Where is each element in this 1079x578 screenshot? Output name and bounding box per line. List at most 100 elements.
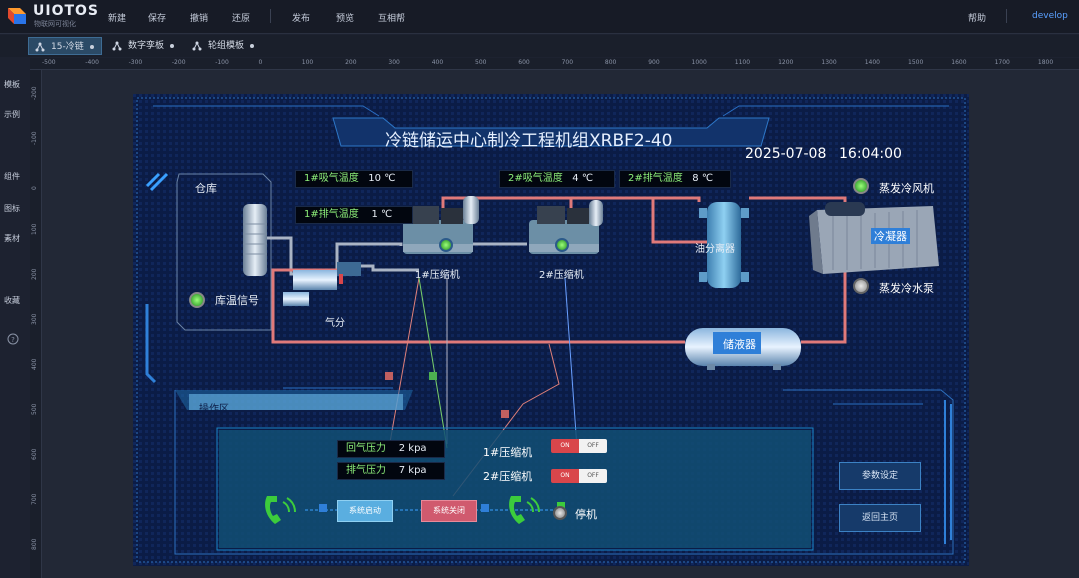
ruler-tick-label: 600 xyxy=(31,448,38,460)
menu-help[interactable]: 帮助 xyxy=(968,11,986,24)
warehouse-label: 仓库 xyxy=(195,182,217,195)
menu-divider xyxy=(270,9,271,23)
sensor-label: 2#吸气温度 xyxy=(508,173,563,184)
menu-save[interactable]: 保存 xyxy=(148,11,166,24)
switch-on[interactable]: ON xyxy=(551,469,579,483)
help-circle-icon[interactable]: ? xyxy=(7,333,19,345)
phone-start-icon xyxy=(265,496,296,524)
switch1-label: 1#压缩机 xyxy=(483,446,533,459)
user-name[interactable]: develop xyxy=(1032,11,1068,21)
tab-label: 15-冷链 xyxy=(51,42,84,52)
menu-redo[interactable]: 还原 xyxy=(232,11,250,24)
ruler-tick-label: 200 xyxy=(345,59,357,66)
switch-on[interactable]: ON xyxy=(551,439,579,453)
menu-publish[interactable]: 发布 xyxy=(292,11,310,24)
pressure-value: 7 xyxy=(398,465,406,476)
evap-fan-led[interactable] xyxy=(853,178,869,194)
param-settings-button[interactable]: 参数设定 xyxy=(839,462,921,490)
temp-signal-led[interactable] xyxy=(189,292,205,308)
ruler-tick-label: 100 xyxy=(301,59,314,66)
menu-new[interactable]: 新建 xyxy=(108,11,126,24)
scada-stage[interactable]: 冷链储运中心制冷工程机组XRBF2-40 2025-07-08 16:04:00… xyxy=(133,94,969,566)
back-home-button[interactable]: 返回主页 xyxy=(839,504,921,532)
control-node xyxy=(319,504,327,512)
switch-off[interactable]: OFF xyxy=(579,469,607,483)
ruler-tick-label: -300 xyxy=(128,59,143,66)
ruler-tick-label: 0 xyxy=(258,59,263,66)
nav-favorite[interactable]: 收藏 xyxy=(4,295,20,306)
diagram-icon xyxy=(192,41,202,51)
valve xyxy=(337,262,361,276)
sensor-label: 1#排气温度 xyxy=(304,209,359,220)
signal-node xyxy=(385,372,393,380)
gas-separator-pump xyxy=(283,292,309,306)
compressor2-label: 2#压缩机 xyxy=(539,270,584,281)
time-display: 16:04:00 xyxy=(839,146,902,162)
ruler-tick-label: 400 xyxy=(31,358,38,370)
compressor1-switch[interactable]: ON OFF xyxy=(551,439,607,453)
vertical-ruler: -200 -100 0 100 200 300 400 500 600 700 800 xyxy=(30,70,42,578)
scada-title: 冷链储运中心制冷工程机组XRBF2-40 xyxy=(385,131,673,151)
ruler-tick-label: 1100 xyxy=(734,59,751,66)
menu-undo[interactable]: 撤销 xyxy=(190,11,208,24)
ruler-tick-label: 1000 xyxy=(691,59,707,66)
sensor-2-discharge: 2#排气温度 8 ℃ xyxy=(619,170,731,188)
pressure-return: 回气压力 2 kpa xyxy=(337,440,445,458)
evap-pump-label: 蒸发冷水泵 xyxy=(879,282,934,295)
date-display: 2025-07-08 xyxy=(745,146,827,162)
compressor1-led[interactable] xyxy=(439,238,453,252)
sensor-unit: ℃ xyxy=(381,209,393,220)
ruler-tick-label: -200 xyxy=(31,86,38,100)
tab-close-dot[interactable] xyxy=(89,44,94,49)
tab-digital-twin[interactable]: 数字孪板 xyxy=(106,37,184,55)
shutdown-label: 停机 xyxy=(575,508,597,521)
sensor-unit: ℃ xyxy=(581,173,594,184)
compressor2-led[interactable] xyxy=(555,238,569,252)
system-stop-button[interactable]: 系统关闭 xyxy=(421,500,477,522)
nav-example[interactable]: 示例 xyxy=(4,109,20,120)
op-area-title: 操作区 xyxy=(199,404,229,415)
diagram-icon xyxy=(112,41,122,51)
pressure-label: 回气压力 xyxy=(346,443,386,454)
tab-close-dot[interactable] xyxy=(250,43,255,48)
gas-separator-label: 气分 xyxy=(325,318,345,329)
ruler-tick-label: 1400 xyxy=(864,59,880,66)
tab-wheel-template[interactable]: 轮组模板 xyxy=(186,37,264,55)
sensor-unit: ℃ xyxy=(384,173,396,184)
ruler-tick-label: -100 xyxy=(31,131,38,145)
nav-material[interactable]: 素材 xyxy=(4,233,20,244)
left-sidebar: 文件 模板 示例 组件 图标 素材 收藏 ? xyxy=(0,35,30,578)
nav-icon[interactable]: 图标 xyxy=(4,203,20,214)
condenser-label: 冷凝器 xyxy=(871,228,910,244)
menu-extra[interactable]: 互相帮 xyxy=(378,11,405,24)
sensor-label: 1#吸气温度 xyxy=(304,173,359,184)
ruler-tick-label: -400 xyxy=(85,59,99,66)
tab-close-dot[interactable] xyxy=(170,43,175,48)
pressure-label: 排气压力 xyxy=(346,465,386,476)
sensor-value: 4 xyxy=(572,173,579,184)
system-start-button[interactable]: 系统启动 xyxy=(337,500,393,522)
compressor1-label: 1#压缩机 xyxy=(415,270,460,281)
receiver-label: 储液器 xyxy=(723,338,756,351)
menu-preview[interactable]: 预览 xyxy=(336,11,354,24)
shutdown-led[interactable] xyxy=(553,506,567,520)
pressure-unit: kpa xyxy=(408,443,427,454)
switch-off[interactable]: OFF xyxy=(579,439,607,453)
valve-handle xyxy=(339,274,343,284)
evap-fan-label: 蒸发冷风机 xyxy=(879,182,934,195)
ruler-tick-label: 1500 xyxy=(908,59,924,66)
ruler-tick-label: 700 xyxy=(31,493,38,505)
compressor2-switch[interactable]: ON OFF xyxy=(551,469,607,483)
ruler-tick-label: 1200 xyxy=(778,59,794,66)
tab-label: 数字孪板 xyxy=(128,41,165,51)
sensor-value: 8 xyxy=(692,173,699,184)
horizontal-ruler: -500 -400 -300 -200 -100 0 100 200 300 400 500 600 7… xyxy=(30,58,1079,70)
tab-cold-chain[interactable]: 15-冷链 xyxy=(28,37,102,55)
evap-pump-led[interactable] xyxy=(853,278,869,294)
phone-stop-icon xyxy=(509,496,540,524)
nav-component[interactable]: 组件 xyxy=(4,171,20,182)
top-toolbar: UIOTOS 物联网可视化 新建 保存 撤销 还原 发布 预览 互相帮 帮助 d… xyxy=(0,0,1079,34)
ruler-tick-label: 200 xyxy=(31,268,38,280)
sensor-label: 2#排气温度 xyxy=(628,173,683,184)
nav-template[interactable]: 模板 xyxy=(4,79,20,90)
